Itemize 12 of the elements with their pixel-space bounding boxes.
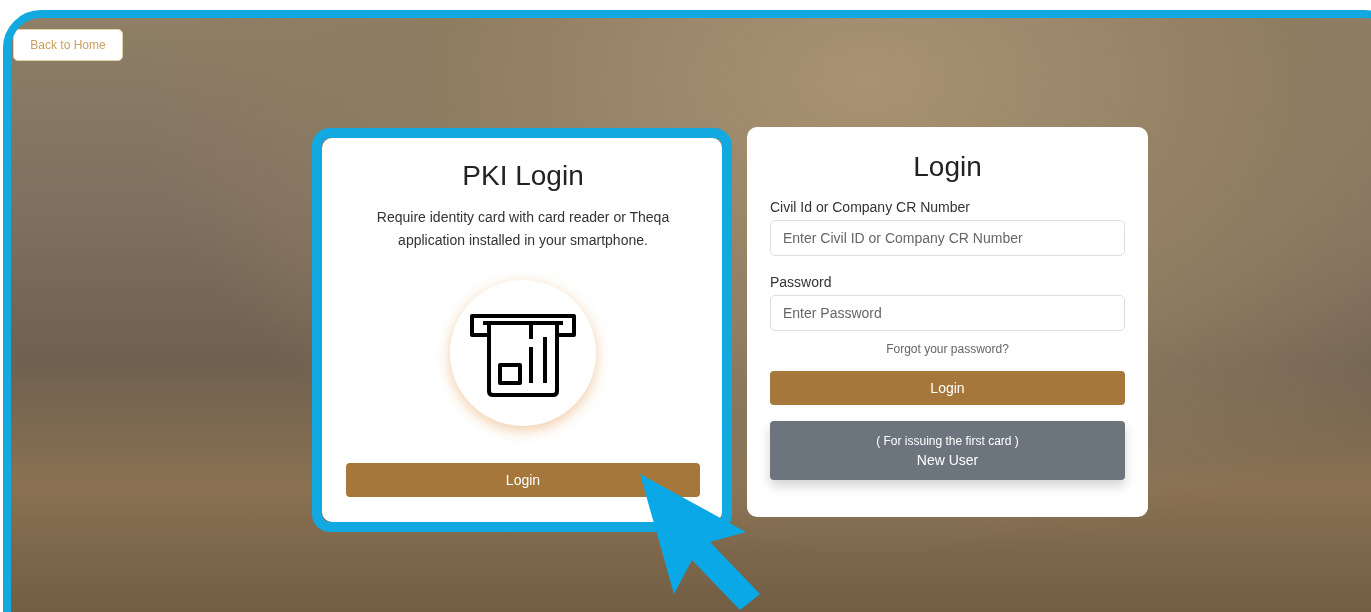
field-label: Civil Id or Company CR Number <box>770 199 971 215</box>
input-field[interactable]: Enter Civil ID or Company CR Number <box>770 220 1125 256</box>
field-label: Password <box>770 274 833 290</box>
login-button[interactable]: Login <box>770 371 1125 405</box>
card-title: Login <box>912 151 983 183</box>
new-user-button[interactable]: ( For issuing the first card ) New User <box>770 421 1125 480</box>
card-description: Require identity card with card reader or Theqa application installed in your smartphone. <box>375 208 671 250</box>
card-title: PKI Login <box>462 160 584 192</box>
back-to-home-button[interactable]: Back to Home <box>13 29 123 61</box>
pki-login-button[interactable]: Login <box>346 463 700 497</box>
forgot-password-link[interactable]: Forgot your password? <box>886 342 1009 356</box>
input-field[interactable]: Enter Password <box>770 295 1125 331</box>
